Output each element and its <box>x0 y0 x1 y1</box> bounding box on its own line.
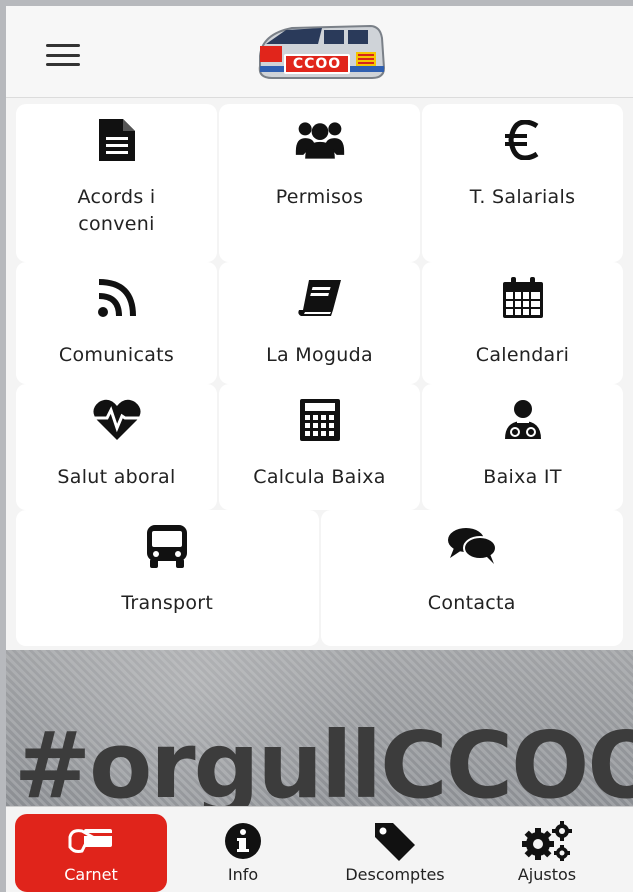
menu-row: Acords i conveni Permisos T. Salarials <box>16 104 623 262</box>
tile-label: Acords i conveni <box>77 186 156 235</box>
tile-contacta[interactable]: Contacta <box>320 510 623 646</box>
nav-descomptes[interactable]: Descomptes <box>319 814 471 892</box>
nav-label: Info <box>227 865 259 884</box>
hamburger-menu-icon[interactable] <box>46 44 80 66</box>
document-icon <box>91 114 143 166</box>
bus-icon <box>141 520 193 572</box>
nav-label: Descomptes <box>345 865 445 884</box>
tile-t-salarials[interactable]: T. Salarials <box>422 104 623 262</box>
menu-row: Comunicats La Moguda Calendari <box>16 262 623 384</box>
tile-label: Contacta <box>427 592 516 614</box>
tile-label: Baixa IT <box>483 466 562 488</box>
logo-text: CCOO <box>284 54 350 74</box>
menu-grid: Acords i conveni Permisos T. Salarials C… <box>16 104 623 646</box>
calculator-icon <box>294 394 346 446</box>
menu-row: Salut aboral Calcula Baixa Baixa IT <box>16 384 623 510</box>
nav-carnet[interactable]: Carnet <box>15 813 167 892</box>
book-icon <box>294 272 346 324</box>
banner-text: #orgullCCOO <box>14 712 633 807</box>
menu-row: Transport Contacta <box>16 510 623 646</box>
chat-icon <box>446 520 498 572</box>
tile-label: Calendari <box>475 344 570 366</box>
tile-la-moguda[interactable]: La Moguda <box>219 262 420 384</box>
nav-label: Carnet <box>64 865 118 884</box>
train-logo: CCOO <box>252 16 388 88</box>
calendar-icon <box>497 272 549 324</box>
tile-label: T. Salarials <box>469 186 576 208</box>
users-icon <box>294 114 346 166</box>
tile-calcula-baixa[interactable]: Calcula Baixa <box>219 384 420 510</box>
euro-icon <box>497 114 549 166</box>
gears-icon <box>520 821 574 861</box>
nav-ajustos[interactable]: Ajustos <box>471 814 623 892</box>
card-hand-icon <box>68 821 114 861</box>
tile-label: Comunicats <box>58 344 175 366</box>
tile-permisos[interactable]: Permisos <box>219 104 420 262</box>
tile-calendari[interactable]: Calendari <box>422 262 623 384</box>
tile-transport[interactable]: Transport <box>16 510 319 646</box>
tile-label: Salut aboral <box>57 466 176 488</box>
tag-icon <box>373 821 417 861</box>
tile-comunicats[interactable]: Comunicats <box>16 262 217 384</box>
tile-label: Transport <box>121 592 214 614</box>
tile-label: Calcula Baixa <box>253 466 386 488</box>
bottom-nav: Carnet Info Descomptes Ajustos <box>6 806 633 892</box>
heartbeat-icon <box>91 394 143 446</box>
promo-banner[interactable]: #orgullCCOO <box>6 650 633 806</box>
tile-label: Permisos <box>275 186 364 208</box>
rss-icon <box>91 272 143 324</box>
tile-baixa-it[interactable]: Baixa IT <box>422 384 623 510</box>
app-frame: CCOO Acords i conveni Permisos T. Salari… <box>0 0 633 892</box>
tile-salut-aboral[interactable]: Salut aboral <box>16 384 217 510</box>
info-icon <box>224 821 262 861</box>
nav-label: Ajustos <box>517 865 577 884</box>
doctor-icon <box>497 394 549 446</box>
tile-acords-conveni[interactable]: Acords i conveni <box>16 104 217 262</box>
app-header: CCOO <box>6 6 633 98</box>
nav-info[interactable]: Info <box>167 814 319 892</box>
tile-label: La Moguda <box>266 344 373 366</box>
